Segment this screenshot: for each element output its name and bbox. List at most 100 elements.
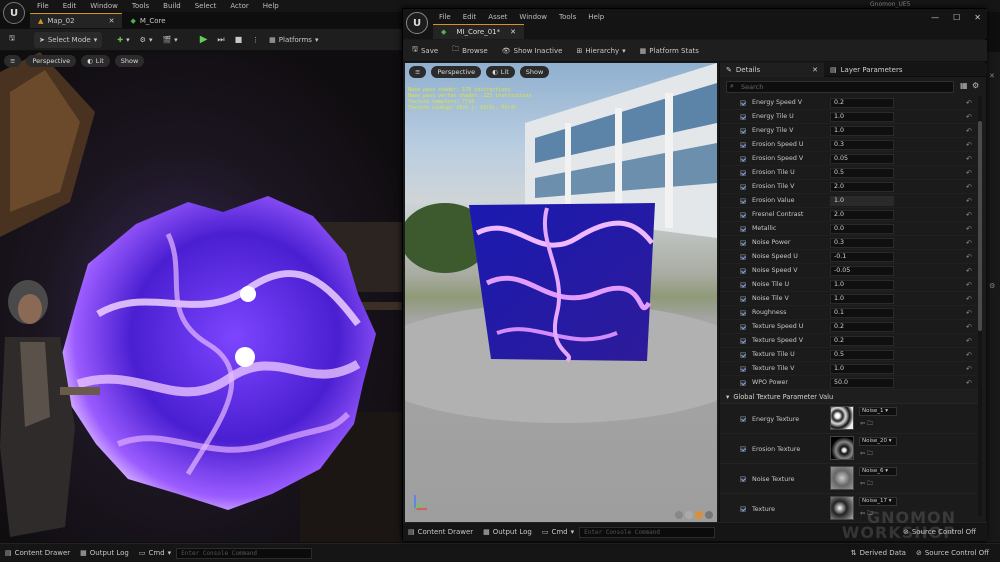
unreal-logo-icon[interactable]: U bbox=[3, 2, 25, 24]
step-button[interactable]: ⏭ bbox=[212, 32, 229, 48]
menu-asset[interactable]: Asset bbox=[482, 13, 513, 21]
play-button[interactable]: ▶ bbox=[195, 32, 213, 48]
show-button[interactable]: Show bbox=[519, 66, 550, 78]
parameter-override-checkbox[interactable] bbox=[740, 114, 746, 120]
reset-to-default-icon[interactable]: ↶ bbox=[966, 351, 972, 359]
details-scrollbar-thumb[interactable] bbox=[978, 121, 982, 331]
close-icon[interactable]: ✕ bbox=[989, 72, 995, 80]
menu-window[interactable]: Window bbox=[83, 2, 125, 10]
cmd-button[interactable]: ▭ Cmd ▾ bbox=[537, 524, 579, 540]
details-search-input[interactable]: Search bbox=[726, 81, 954, 93]
texture-asset-dropdown[interactable]: Noise_17 ▾ bbox=[859, 497, 897, 506]
texture-asset-dropdown[interactable]: Noise_20 ▾ bbox=[859, 437, 897, 446]
reset-to-default-icon[interactable]: ↶ bbox=[966, 141, 972, 149]
sphere-icon[interactable] bbox=[675, 511, 683, 519]
parameter-value-input[interactable]: 1.0 bbox=[830, 280, 894, 290]
material-preview-viewport[interactable]: ≡ Perspective ◐ Lit Show Base pass shader… bbox=[405, 63, 717, 522]
save-icon[interactable]: 🖫 bbox=[4, 32, 20, 48]
parameter-value-input[interactable]: 0.3 bbox=[830, 238, 894, 248]
output-log-button[interactable]: ▦ Output Log bbox=[75, 545, 134, 561]
reset-to-default-icon[interactable]: ↶ bbox=[966, 225, 972, 233]
menu-file[interactable]: File bbox=[433, 13, 457, 21]
select-mode-button[interactable]: ➤ Select Mode ▾ bbox=[33, 31, 103, 48]
parameter-value-input[interactable]: -0.05 bbox=[830, 266, 894, 276]
parameter-value-input[interactable]: -0.1 bbox=[830, 252, 894, 262]
parameter-value-input[interactable]: 2.0 bbox=[830, 210, 894, 220]
close-icon[interactable]: ✕ bbox=[109, 17, 115, 25]
content-drawer-button[interactable]: ▤ Content Drawer bbox=[0, 545, 75, 561]
parameter-override-checkbox[interactable] bbox=[740, 338, 746, 344]
parameter-override-checkbox[interactable] bbox=[740, 170, 746, 176]
gear-icon[interactable]: ⚙ bbox=[989, 282, 995, 290]
cinematics-button[interactable]: 🎬 ▾ bbox=[157, 32, 182, 48]
save-button[interactable]: 🖫 Save bbox=[407, 43, 443, 59]
reset-to-default-icon[interactable]: ↶ bbox=[966, 155, 972, 163]
menu-actor[interactable]: Actor bbox=[223, 2, 255, 10]
parameter-override-checkbox[interactable] bbox=[740, 380, 746, 386]
reset-to-default-icon[interactable]: ↶ bbox=[966, 309, 972, 317]
hamburger-menu-icon[interactable]: ≡ bbox=[4, 55, 22, 67]
reset-to-default-icon[interactable]: ↶ bbox=[966, 323, 972, 331]
parameter-override-checkbox[interactable] bbox=[740, 142, 746, 148]
parameter-override-checkbox[interactable] bbox=[740, 254, 746, 260]
parameter-override-checkbox[interactable] bbox=[740, 352, 746, 358]
parameter-override-checkbox[interactable] bbox=[740, 184, 746, 190]
minimize-icon[interactable]: — bbox=[931, 13, 939, 22]
lit-button[interactable]: ◐ Lit bbox=[81, 55, 110, 67]
plane-icon[interactable] bbox=[705, 511, 713, 519]
reset-to-default-icon[interactable]: ↶ bbox=[966, 337, 972, 345]
tab-material-instance[interactable]: ◆ MI_Core_01* ✕ bbox=[433, 24, 524, 39]
menu-tools[interactable]: Tools bbox=[125, 2, 156, 10]
reset-to-default-icon[interactable]: ↶ bbox=[966, 365, 972, 373]
parameter-value-input[interactable]: 0.0 bbox=[830, 224, 894, 234]
parameter-override-checkbox[interactable] bbox=[740, 366, 746, 372]
menu-edit[interactable]: Edit bbox=[457, 13, 483, 21]
stop-button[interactable]: ■ bbox=[230, 32, 248, 48]
menu-file[interactable]: File bbox=[30, 2, 56, 10]
console-input[interactable]: Enter Console Command bbox=[579, 526, 716, 538]
browse-button[interactable]: 🗀 Browse bbox=[447, 43, 493, 59]
texture-asset-dropdown[interactable]: Noise_6 ▾ bbox=[859, 467, 897, 476]
lit-button[interactable]: ◐ Lit bbox=[486, 66, 515, 78]
parameter-value-input[interactable]: 0.2 bbox=[830, 322, 894, 332]
content-drawer-button[interactable]: ▤ Content Drawer bbox=[403, 524, 478, 540]
show-inactive-button[interactable]: 👁 Show Inactive bbox=[497, 43, 568, 59]
output-log-button[interactable]: ▦ Output Log bbox=[478, 524, 537, 540]
grid-view-icon[interactable]: ▦ bbox=[960, 81, 968, 90]
texture-thumbnail[interactable] bbox=[830, 406, 854, 430]
show-button[interactable]: Show bbox=[114, 55, 145, 67]
parameter-override-checkbox[interactable] bbox=[740, 156, 746, 162]
reset-to-default-icon[interactable]: ↶ bbox=[966, 113, 972, 121]
reset-to-default-icon[interactable]: ↶ bbox=[966, 267, 972, 275]
source-control-button[interactable]: ⊘ Source Control Off bbox=[911, 545, 994, 561]
platform-stats-button[interactable]: ▦ Platform Stats bbox=[635, 43, 704, 59]
parameter-override-checkbox[interactable] bbox=[740, 416, 746, 422]
parameter-override-checkbox[interactable] bbox=[740, 310, 746, 316]
level-viewport[interactable]: ≡ Perspective ◐ Lit Show bbox=[0, 52, 402, 542]
blueprint-button[interactable]: ⚙ ▾ bbox=[135, 32, 158, 48]
play-options-button[interactable]: ⋮ bbox=[247, 32, 264, 48]
parameter-value-input[interactable]: 0.3 bbox=[830, 140, 894, 150]
parameter-override-checkbox[interactable] bbox=[740, 296, 746, 302]
browse-icon[interactable]: 🗀 bbox=[867, 480, 873, 487]
cmd-button[interactable]: ▭ Cmd ▾ bbox=[134, 545, 176, 561]
parameter-value-input[interactable]: 1.0 bbox=[830, 112, 894, 122]
hierarchy-button[interactable]: ⊞ Hierarchy ▾ bbox=[571, 43, 630, 59]
reset-to-default-icon[interactable]: ↶ bbox=[966, 239, 972, 247]
reset-to-default-icon[interactable]: ↶ bbox=[966, 295, 972, 303]
parameter-value-input[interactable]: 1.0 bbox=[830, 364, 894, 374]
parameter-override-checkbox[interactable] bbox=[740, 198, 746, 204]
reset-to-default-icon[interactable]: ↶ bbox=[966, 169, 972, 177]
menu-select[interactable]: Select bbox=[188, 2, 224, 10]
parameter-value-input[interactable]: 50.0 bbox=[830, 378, 894, 388]
parameter-value-input[interactable]: 0.05 bbox=[830, 154, 894, 164]
parameter-override-checkbox[interactable] bbox=[740, 212, 746, 218]
tab-material[interactable]: ◆ M_Core bbox=[122, 13, 173, 28]
parameter-override-checkbox[interactable] bbox=[740, 506, 746, 512]
reset-to-default-icon[interactable]: ↶ bbox=[966, 197, 972, 205]
parameter-value-input[interactable]: 0.1 bbox=[830, 308, 894, 318]
close-icon[interactable]: ✕ bbox=[812, 66, 818, 74]
parameter-override-checkbox[interactable] bbox=[740, 128, 746, 134]
derived-data-button[interactable]: ⇅ Derived Data bbox=[846, 545, 911, 561]
close-window-icon[interactable]: ✕ bbox=[974, 13, 981, 22]
